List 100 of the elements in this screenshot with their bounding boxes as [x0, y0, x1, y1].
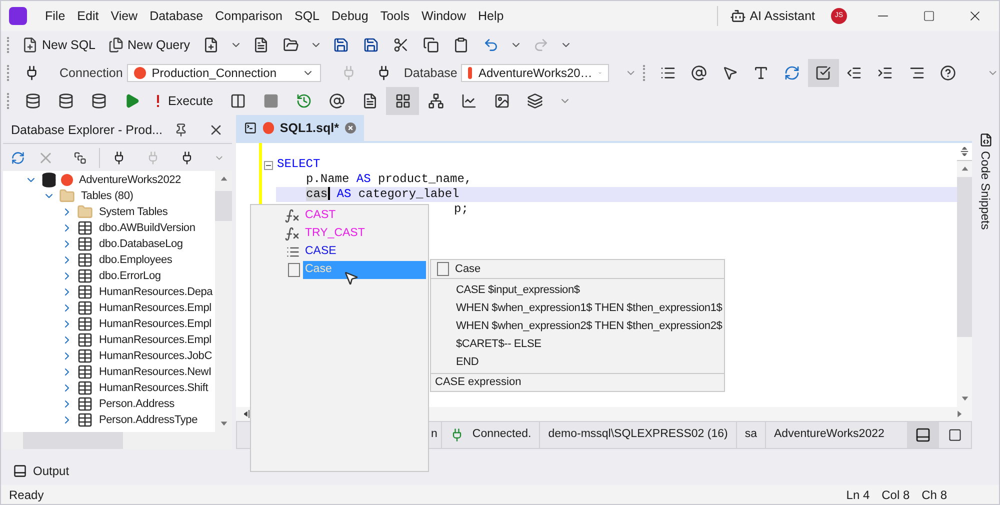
scroll-right-icon[interactable] [956, 410, 964, 418]
tab-title: SQL1.sql* [280, 120, 339, 137]
tree-item[interactable]: HumanResources.Shift [99, 380, 208, 396]
tree-item[interactable]: HumanResources.Empl [99, 332, 212, 348]
scroll-down-icon[interactable] [960, 395, 968, 403]
list-icon [660, 65, 676, 81]
tree-item[interactable]: HumanResources.NewI [99, 364, 212, 380]
snippet-title: Case [455, 262, 481, 277]
at-sign-icon [328, 93, 345, 109]
snippet-code-line: CASE $input_expression$ [456, 282, 581, 298]
ai-assistant-button[interactable]: AI Assistant [730, 6, 815, 26]
menu-item[interactable]: Window [416, 6, 472, 26]
status-item: sa [736, 422, 765, 448]
table-icon [77, 268, 93, 284]
document-icon [253, 37, 270, 53]
menu-item[interactable]: View [104, 6, 144, 26]
tree-item[interactable]: Person.Address [99, 396, 174, 412]
database-icon [41, 172, 57, 188]
scroll-up-icon[interactable] [960, 165, 968, 173]
status-item: Connected. [441, 422, 540, 448]
snippet-icon [437, 262, 449, 276]
stop-icon [262, 93, 279, 109]
menu-item[interactable]: File [39, 6, 72, 26]
save-icon [333, 37, 350, 53]
tree-item[interactable]: dbo.AWBuildVersion [99, 220, 196, 236]
menu-item[interactable]: Tools [374, 6, 416, 26]
panel-title: Database Explorer - Prod... [11, 122, 164, 139]
chart-icon [460, 93, 477, 109]
menu-item[interactable]: Comparison [209, 6, 288, 26]
dropdown-value: Production_Connection [152, 65, 278, 82]
table-icon [77, 220, 93, 236]
layout-button[interactable] [907, 422, 939, 448]
menu-item[interactable]: Debug [326, 6, 374, 26]
column-indicator: Col 8 [882, 486, 910, 504]
refresh-icon[interactable] [11, 150, 25, 166]
editor-tab[interactable]: SQL1.sql* [236, 115, 364, 141]
tree-item[interactable]: Person.AddressType [99, 412, 198, 428]
tree-item[interactable]: Tables (80) [81, 188, 134, 204]
code-snippets-label: Code Snippets [978, 151, 994, 230]
tree-item[interactable]: HumanResources.Empl [99, 300, 212, 316]
check-icon [815, 65, 832, 81]
status-item: n [430, 427, 438, 442]
completion-item[interactable]: CASE [303, 243, 426, 261]
snippet-code-line: WHEN $when_expression1$ THEN $then_expression1$ [456, 300, 724, 316]
exclamation-icon [156, 95, 160, 107]
scroll-up-icon[interactable] [220, 175, 228, 183]
align-icon [908, 65, 925, 81]
scrollbar-thumb[interactable] [215, 191, 232, 221]
fold-icon[interactable] [264, 161, 273, 170]
snippet-description: CASE expression [431, 373, 724, 391]
toolbar-button[interactable]: New SQL [16, 36, 102, 54]
tree-item[interactable]: dbo.DatabaseLog [99, 236, 183, 252]
menu-item[interactable]: Help [472, 6, 510, 26]
play-icon [124, 93, 140, 109]
code-line: p; [454, 202, 468, 217]
connection-label: Connection [60, 64, 123, 82]
scrollbar[interactable] [957, 177, 972, 337]
keyword-icon [286, 245, 300, 259]
database-dropdown[interactable]: AdventureWorks20… [461, 64, 610, 82]
toolbar-button[interactable] [808, 59, 839, 87]
execute-button[interactable]: Execute [148, 87, 222, 115]
tree-item[interactable]: dbo.ErrorLog [99, 268, 161, 284]
grid-icon [394, 93, 411, 109]
cut-icon [393, 37, 410, 53]
outdent-icon [846, 65, 862, 81]
table-icon [77, 252, 93, 268]
tree-item[interactable]: HumanResources.Depa [99, 284, 213, 300]
tree-item[interactable]: HumanResources.JobC [99, 348, 212, 364]
code-line: SELECT [277, 157, 320, 172]
toolbar-button[interactable] [386, 87, 420, 115]
split-icon[interactable] [960, 147, 969, 156]
scroll-down-icon[interactable] [220, 420, 228, 428]
tree-item[interactable]: HumanResources.Empl [99, 316, 212, 332]
folder-icon [283, 37, 300, 53]
redo-icon [533, 37, 550, 53]
table-icon [77, 396, 93, 412]
table-icon [77, 316, 93, 332]
square-icon [948, 428, 962, 442]
tree-item[interactable]: System Tables [99, 204, 168, 220]
connection-dropdown[interactable]: Production_Connection [126, 64, 321, 82]
collapse-all-icon[interactable] [74, 150, 87, 164]
folder-icon [77, 204, 93, 220]
mouse-cursor-icon [343, 270, 359, 286]
menu-item[interactable]: Edit [71, 6, 105, 26]
refresh-icon [784, 65, 800, 81]
text-icon [752, 65, 769, 81]
new-file-icon [22, 37, 38, 53]
tree-item[interactable]: dbo.Employees [99, 252, 172, 268]
menu-item[interactable]: SQL [288, 6, 326, 26]
code-snippets-tab[interactable]: Code Snippets [976, 133, 994, 230]
tree-item[interactable]: AdventureWorks2022 [79, 172, 181, 188]
output-tab[interactable]: Output [13, 462, 70, 480]
status-item: AdventureWorks2022 [765, 422, 892, 448]
toolbar-button[interactable]: New Query [102, 36, 196, 54]
code-line: p.Name AS product_name, [306, 172, 472, 187]
menu-item[interactable]: Database [144, 6, 210, 26]
image-icon [494, 93, 510, 109]
maximize-icon[interactable] [923, 10, 935, 22]
help-icon [940, 65, 956, 81]
pin-icon[interactable] [174, 123, 188, 137]
